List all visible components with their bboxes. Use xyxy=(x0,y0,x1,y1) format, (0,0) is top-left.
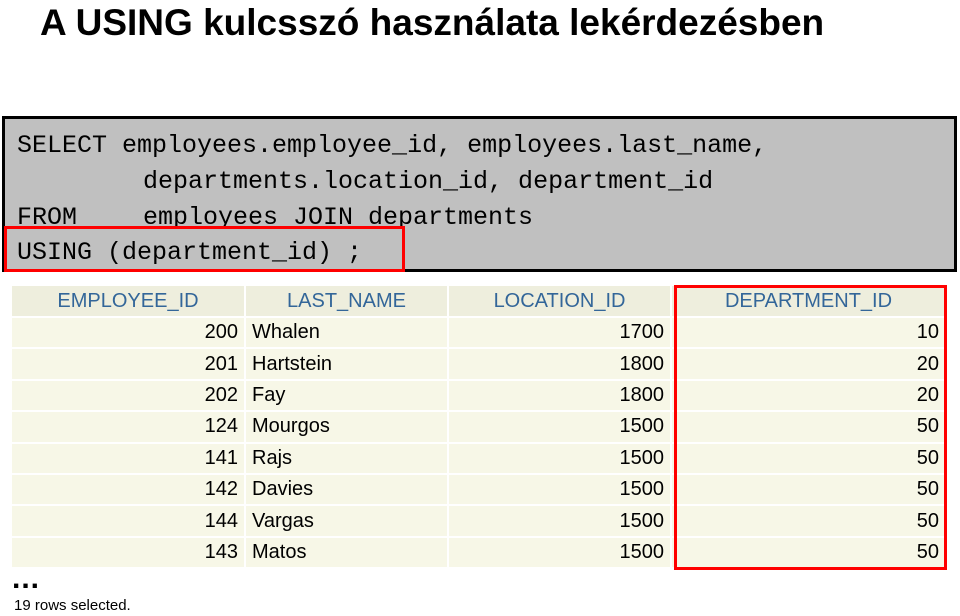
employee-id-cell: 141 xyxy=(12,442,246,475)
employee-id-cell: 201 xyxy=(12,348,246,381)
table-row: 200 Whalen 1700 10 xyxy=(12,317,947,350)
sql-from-keyword: FROM xyxy=(17,203,78,232)
table-row: 201 Hartstein 1800 20 xyxy=(12,348,947,381)
column-header-employee-id: EMPLOYEE_ID xyxy=(12,286,246,318)
last-name-cell: Matos xyxy=(245,536,449,570)
employee-id-cell: 142 xyxy=(12,473,246,507)
column-header-location-id: LOCATION_ID xyxy=(448,286,672,318)
last-name-cell: Vargas xyxy=(245,505,449,538)
department-id-cell: 20 xyxy=(671,348,947,381)
department-id-cell: 50 xyxy=(671,442,947,475)
department-id-cell: 20 xyxy=(671,379,947,413)
table-row: 202 Fay 1800 20 xyxy=(12,379,947,413)
department-id-cell: 50 xyxy=(671,536,947,570)
last-name-cell: Hartstein xyxy=(245,348,449,381)
department-id-cell: 50 xyxy=(671,505,947,538)
rows-selected-status: 19 rows selected. xyxy=(14,597,131,614)
table-header-row: EMPLOYEE_ID LAST_NAME LOCATION_ID DEPART… xyxy=(12,286,947,318)
location-id-cell: 1500 xyxy=(448,473,672,507)
table-row: 144 Vargas 1500 50 xyxy=(12,505,947,538)
table-row: 124 Mourgos 1500 50 xyxy=(12,411,947,444)
department-id-cell: 50 xyxy=(671,411,947,444)
slide-title: A USING kulcsszó használata lekérdezésbe… xyxy=(40,2,825,43)
location-id-cell: 1500 xyxy=(448,536,672,570)
last-name-cell: Mourgos xyxy=(245,411,449,444)
employee-id-cell: 202 xyxy=(12,379,246,413)
sql-line-columns-text: departments.location_id, department_id xyxy=(143,167,714,196)
location-id-cell: 1700 xyxy=(448,317,672,350)
location-id-cell: 1500 xyxy=(448,411,672,444)
department-id-cell: 50 xyxy=(671,473,947,507)
sql-code-box: SELECT employees.employee_id, employees.… xyxy=(2,116,957,272)
location-id-cell: 1500 xyxy=(448,505,672,538)
more-rows-ellipsis: ... xyxy=(12,562,41,595)
last-name-cell: Davies xyxy=(245,473,449,507)
location-id-cell: 1500 xyxy=(448,442,672,475)
sql-line-columns: departments.location_id, department_id xyxy=(17,167,713,197)
last-name-cell: Fay xyxy=(245,379,449,413)
column-header-last-name: LAST_NAME xyxy=(245,286,449,318)
employee-id-cell: 200 xyxy=(12,317,246,350)
last-name-cell: Rajs xyxy=(245,442,449,475)
employee-id-cell: 124 xyxy=(12,411,246,444)
sql-line-using: USING (department_id) ; xyxy=(17,238,363,267)
sql-line-select: SELECT employees.employee_id, employees.… xyxy=(17,131,768,160)
location-id-cell: 1800 xyxy=(448,379,672,413)
location-id-cell: 1800 xyxy=(448,348,672,381)
employee-id-cell: 143 xyxy=(12,536,246,570)
last-name-cell: Whalen xyxy=(245,317,449,350)
table-row: 142 Davies 1500 50 xyxy=(12,473,947,507)
employee-id-cell: 144 xyxy=(12,505,246,538)
table-row: 141 Rajs 1500 50 xyxy=(12,442,947,475)
query-result-table: EMPLOYEE_ID LAST_NAME LOCATION_ID DEPART… xyxy=(12,286,947,570)
table-row: 143 Matos 1500 50 xyxy=(12,536,947,570)
column-header-department-id: DEPARTMENT_ID xyxy=(671,286,947,318)
sql-line-from: FROM employees JOIN departments xyxy=(17,203,533,233)
sql-from-text: employees JOIN departments xyxy=(143,203,534,232)
department-id-cell: 10 xyxy=(671,317,947,350)
